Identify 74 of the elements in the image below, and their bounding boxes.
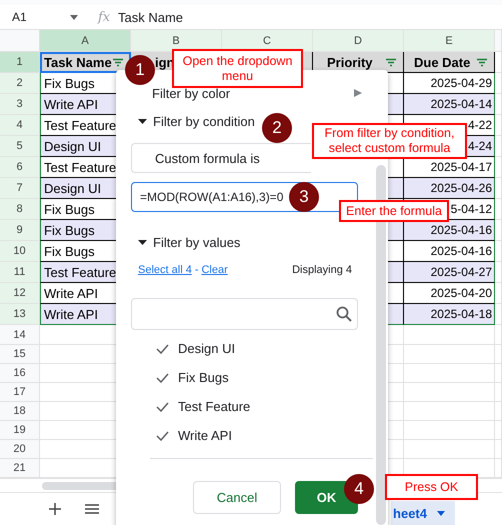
caret-icon[interactable] [70,14,78,20]
row-number[interactable]: 3 [0,94,40,115]
row-number[interactable]: 14 [0,325,40,345]
select-all-link[interactable]: Select all 4 [138,264,192,276]
row-number[interactable]: 16 [0,364,40,383]
menu-item[interactable]: Filter by color [152,86,230,100]
value-option[interactable]: Write API [116,421,388,450]
row-number[interactable]: 18 [0,402,40,421]
search-icon[interactable] [336,306,352,322]
row-number[interactable]: 17 [0,383,40,402]
row-number[interactable]: 6 [0,157,40,178]
table-cell: 2025-04-27 [404,262,495,283]
condition-dropdown[interactable]: Custom formula is [131,143,311,173]
table-cell: 2025-04-29 [404,73,495,94]
table-cell: 2025-04-16 [404,241,495,262]
row-number[interactable]: 5 [0,136,40,157]
filter-icon[interactable] [385,58,397,66]
table-cell: 2025-04-16 [404,220,495,241]
function-label: fx [98,10,112,24]
row-number[interactable]: 10 [0,241,40,262]
scrollbar[interactable] [42,482,116,490]
callout: From filter by condition, select custom formula [312,123,467,159]
callout: Open the dropdown menu [172,49,303,88]
table-cell: 2025-04-20 [404,283,495,304]
row-number[interactable]: 20 [0,440,40,459]
filter-icon[interactable] [112,58,124,66]
clear-link[interactable]: Clear [201,264,228,276]
expand-icon[interactable] [138,118,147,124]
check-icon[interactable] [156,372,169,382]
sheet-tab[interactable]: heet4 [391,501,455,525]
check-icon[interactable] [156,344,169,354]
table-header-cell: Task Name [40,52,131,73]
cell-reference[interactable]: A1 [0,10,70,24]
separator-text: - [194,264,198,276]
column-header[interactable]: E [404,30,495,52]
submenu-arrow-icon [354,89,362,97]
table-cell: 2025-04-17 [404,157,495,178]
check-icon[interactable] [156,402,169,412]
column-header[interactable]: D [313,30,404,52]
table-cell: 2025-04-26 [404,178,495,199]
row-number[interactable]: 12 [0,283,40,304]
section-header[interactable]: Filter by condition [153,114,255,128]
expand-icon[interactable] [138,240,147,244]
value-option[interactable]: Design UI [116,334,388,363]
check-icon[interactable] [156,430,169,440]
cancel-button[interactable]: Cancel [193,481,281,514]
row-number[interactable]: 21 [0,459,40,478]
row-number[interactable]: 4 [0,115,40,136]
value-option[interactable]: Test Feature [116,392,388,421]
value-option[interactable]: Fix Bugs [116,363,388,392]
formula-field[interactable]: Task Name [118,10,184,24]
table-cell: 2025-04-18 [404,304,495,325]
row-number[interactable]: 19 [0,421,40,440]
caret-icon[interactable] [437,510,445,516]
row-number[interactable]: 2 [0,73,40,94]
row-number[interactable]: 1 [0,52,40,73]
row-number[interactable]: 13 [0,304,40,325]
column-header[interactable]: A [40,30,131,52]
menu-icon[interactable] [85,504,99,514]
callout: Enter the formula [339,200,449,222]
row-number[interactable]: 11 [0,262,40,283]
row-number[interactable]: 15 [0,345,40,364]
callout: Press OK [385,474,478,500]
row-number[interactable]: 9 [0,220,40,241]
section-header[interactable]: Filter by values [153,234,240,250]
filter-icon[interactable] [476,58,488,66]
row-number[interactable]: 7 [0,178,40,199]
count-label: Displaying 4 [292,264,352,276]
table-cell: 2025-04-14 [404,94,495,115]
add-icon[interactable] [49,503,61,515]
search-field[interactable] [131,298,358,330]
row-number[interactable]: 8 [0,199,40,220]
column-header[interactable]: B [131,30,222,52]
table-header-cell: Due Date [404,52,495,73]
